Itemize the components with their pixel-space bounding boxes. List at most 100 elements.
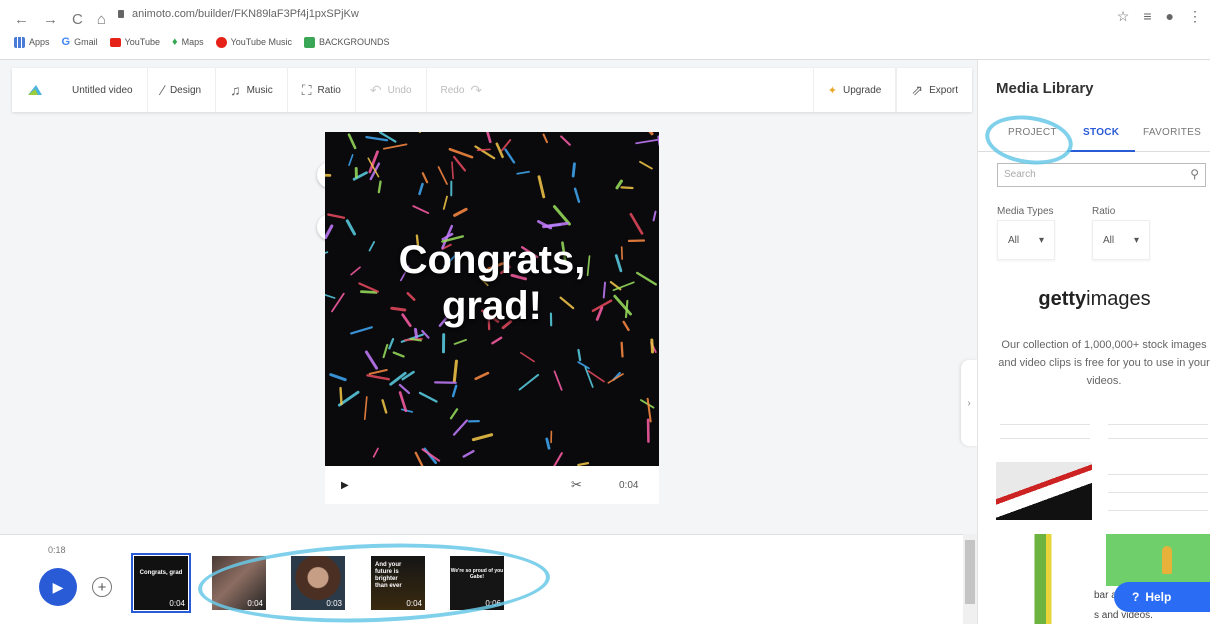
confetti-streak xyxy=(400,393,406,411)
confetti-streak xyxy=(575,189,579,202)
ratio-label: Ratio xyxy=(318,85,341,96)
getty-logo-light: images xyxy=(1086,288,1150,310)
media-types-label: Media Types xyxy=(997,206,1054,217)
confetti-streak xyxy=(384,345,388,357)
scissors-icon[interactable]: ✂ xyxy=(571,477,582,493)
confetti-streak xyxy=(379,182,381,193)
confetti-streak xyxy=(383,400,387,412)
search-input[interactable]: Search ⚲ xyxy=(997,163,1206,187)
confetti-streak xyxy=(492,338,501,344)
confetti-streak xyxy=(539,177,544,197)
back-icon[interactable]: ← xyxy=(14,11,29,28)
sidebar-collapse-handle[interactable]: › xyxy=(961,360,977,446)
confetti-streak xyxy=(478,149,490,150)
home-icon[interactable]: ⌂ xyxy=(97,11,106,28)
confetti-streak xyxy=(648,399,651,422)
media-types-value: All xyxy=(1008,235,1019,246)
account-icon[interactable]: ● xyxy=(1166,8,1174,25)
tab-stock[interactable]: STOCK xyxy=(1083,127,1119,138)
ratio-button[interactable]: ⛶Ratio xyxy=(288,68,356,112)
title-line-1: Congrats, xyxy=(325,237,659,283)
confetti-streak xyxy=(520,375,538,390)
timeline-block[interactable]: We're so proud of you Gabe! 0:06 xyxy=(450,556,504,610)
confetti-streak xyxy=(654,212,656,221)
search-icon[interactable]: ⚲ xyxy=(1190,167,1199,181)
ratio-value: All xyxy=(1103,235,1114,246)
stock-media-item[interactable] xyxy=(1106,534,1210,586)
bookmark-gmail[interactable]: GGmail xyxy=(62,36,98,48)
ratio-filter-label: Ratio xyxy=(1092,206,1115,217)
youtube-music-icon xyxy=(216,37,227,48)
bookmark-youtube-music[interactable]: YouTube Music xyxy=(216,37,292,48)
getty-description: Our collection of 1,000,000+ stock image… xyxy=(998,336,1210,390)
tab-favorites[interactable]: FAVORITES xyxy=(1143,127,1201,138)
timeline-block[interactable]: Congrats, grad 0:04 xyxy=(134,556,188,610)
reload-icon[interactable]: C xyxy=(72,11,83,28)
undo-button[interactable]: ↶Undo xyxy=(356,68,427,112)
confetti-streak xyxy=(444,197,447,209)
design-button[interactable]: ∕Design xyxy=(148,68,216,112)
upgrade-button[interactable]: ✦Upgrade xyxy=(813,68,897,112)
confetti-streak xyxy=(555,371,562,389)
bookmark-youtube[interactable]: YouTube xyxy=(110,37,160,47)
confetti-streak xyxy=(326,226,332,237)
star-icon[interactable]: ☆ xyxy=(1117,8,1130,25)
video-preview[interactable]: Congrats, grad! xyxy=(325,132,659,466)
confetti-streak xyxy=(328,215,344,218)
canvas-title[interactable]: Congrats, grad! xyxy=(325,237,659,329)
maps-pin-icon: ♦ xyxy=(172,36,178,48)
placeholder-line xyxy=(1108,424,1208,425)
forward-icon[interactable]: → xyxy=(43,11,58,28)
play-button[interactable]: ▶ xyxy=(39,568,77,606)
confetti-streak xyxy=(349,135,355,148)
confetti-streak xyxy=(384,144,407,148)
bookmark-label: Gmail xyxy=(74,37,98,47)
video-name-button[interactable]: Untitled video xyxy=(58,68,148,112)
bookmark-label: YouTube xyxy=(125,37,160,47)
confetti-streak xyxy=(578,362,589,368)
confetti-streak xyxy=(341,388,342,404)
preview-play-icon[interactable]: ▶ xyxy=(341,480,349,491)
logo-item[interactable] xyxy=(12,68,58,112)
preview-player-bar: ▶ ✂ 0:04 xyxy=(325,466,659,504)
brush-icon: ∕ xyxy=(162,82,164,98)
confetti-streak xyxy=(450,149,472,157)
title-line-2: grad! xyxy=(325,283,659,329)
media-types-select[interactable]: All▾ xyxy=(997,220,1055,260)
redo-label: Redo xyxy=(441,85,465,96)
add-block-button[interactable]: + xyxy=(92,577,112,597)
confetti-streak xyxy=(646,132,652,134)
bookmark-label: Apps xyxy=(29,37,50,47)
play-icon: ▶ xyxy=(53,579,64,596)
help-button[interactable]: ?Help xyxy=(1114,582,1210,612)
tab-project[interactable]: PROJECT xyxy=(1008,127,1057,138)
google-icon: G xyxy=(62,36,71,48)
active-tab-indicator xyxy=(1067,150,1135,152)
confetti-streak xyxy=(544,135,547,143)
placeholder-line xyxy=(1000,438,1090,439)
timeline-block[interactable]: And your future is brighter than ever 0:… xyxy=(371,556,425,610)
export-button[interactable]: ⇗Export xyxy=(896,68,972,112)
ratio-select[interactable]: All ▾ xyxy=(1092,220,1150,260)
placeholder-line xyxy=(1108,474,1208,475)
dropdown-arrow-icon: ▾ xyxy=(1134,235,1139,246)
address-bar[interactable]: animoto.com/builder/FKN89laF3Pf4j1pxSPjK… xyxy=(118,8,359,20)
confetti-streak xyxy=(547,439,549,448)
confetti-streak xyxy=(415,329,416,337)
timeline-block[interactable]: 0:03 xyxy=(291,556,345,610)
menu-icon[interactable]: ⋮ xyxy=(1188,8,1202,25)
url-text[interactable]: animoto.com/builder/FKN89laF3Pf4j1pxSPjK… xyxy=(132,8,359,20)
confetti-streak xyxy=(544,223,568,226)
panel-title: Media Library xyxy=(996,80,1094,97)
bookmark-backgrounds[interactable]: BACKGROUNDS xyxy=(304,37,390,48)
bookmark-maps[interactable]: ♦Maps xyxy=(172,36,204,48)
stock-media-item[interactable] xyxy=(996,534,1092,624)
timeline-scroll-thumb[interactable] xyxy=(965,540,975,604)
timeline-block[interactable]: 0:04 xyxy=(212,556,266,610)
music-button[interactable]: ♫Music xyxy=(216,68,288,112)
bookmark-apps[interactable]: Apps xyxy=(14,37,50,48)
editor-workspace: Untitled video ∕Design ♫Music ⛶Ratio ↶Un… xyxy=(0,60,977,624)
playlist-icon[interactable]: ≡ xyxy=(1143,8,1151,25)
redo-button[interactable]: Redo↷ xyxy=(427,68,497,112)
stock-media-item[interactable] xyxy=(996,462,1092,520)
